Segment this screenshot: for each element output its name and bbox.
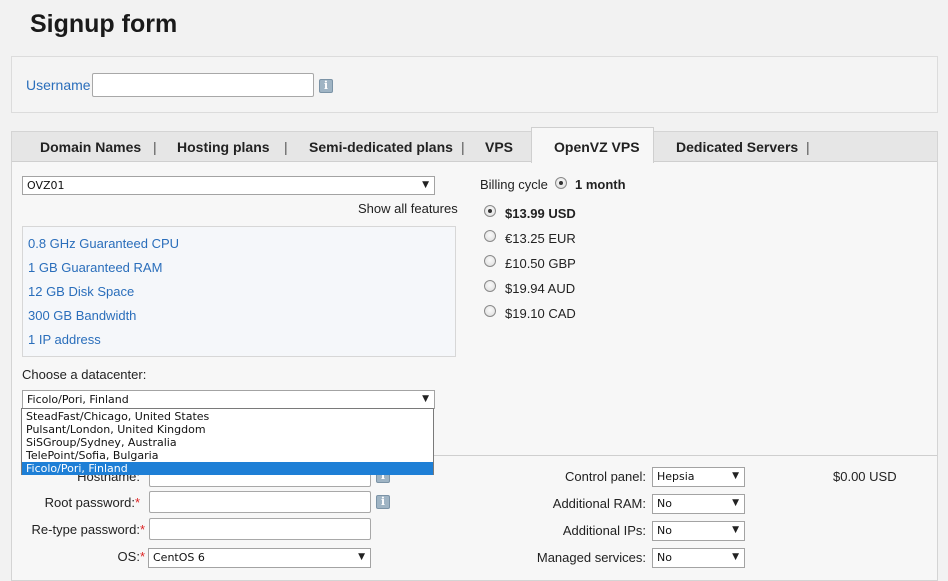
- feature-item: 1 GB Guaranteed RAM: [28, 260, 163, 275]
- price-eur: €13.25 EUR: [505, 231, 576, 246]
- product-tabs: [12, 132, 937, 162]
- control-panel-label: Control panel:: [565, 469, 646, 484]
- username-label: Username: [26, 77, 91, 93]
- os-select-value: CentOS 6: [153, 551, 205, 564]
- managed-services-select[interactable]: No ▼: [652, 548, 745, 568]
- datacenter-option[interactable]: Pulsant/London, United Kingdom: [22, 423, 433, 436]
- control-panel-value: Hepsia: [657, 470, 695, 483]
- tab-separator: |: [461, 139, 465, 155]
- info-icon[interactable]: i: [319, 79, 333, 93]
- managed-services-value: No: [657, 551, 672, 564]
- additional-ips-label: Additional IPs:: [562, 523, 646, 538]
- control-panel-select[interactable]: Hepsia ▼: [652, 467, 745, 487]
- price-gbp: £10.50 GBP: [505, 256, 576, 271]
- managed-services-label: Managed services:: [536, 550, 646, 565]
- price-cad: $19.10 CAD: [505, 306, 576, 321]
- price-radio-gbp[interactable]: [484, 255, 496, 267]
- page-title: Signup form: [30, 10, 178, 38]
- price-radio-aud[interactable]: [484, 280, 496, 292]
- chevron-down-icon: ▼: [732, 471, 739, 481]
- billing-cycle-radio[interactable]: [555, 177, 567, 189]
- feature-item: 1 IP address: [28, 332, 101, 347]
- chevron-down-icon: ▼: [358, 552, 365, 562]
- datacenter-label: Choose a datacenter:: [22, 367, 147, 382]
- feature-item: 12 GB Disk Space: [28, 284, 135, 299]
- feature-item: 0.8 GHz Guaranteed CPU: [28, 236, 180, 251]
- plan-select-value: OVZ01: [27, 179, 65, 192]
- price-radio-eur[interactable]: [484, 230, 496, 242]
- tab-dedicated-servers[interactable]: Dedicated Servers: [676, 139, 798, 155]
- feature-item: 300 GB Bandwidth: [28, 308, 137, 323]
- price-radio-cad[interactable]: [484, 305, 496, 317]
- chevron-down-icon: ▼: [422, 180, 429, 190]
- info-icon[interactable]: i: [376, 495, 390, 509]
- additional-ram-value: No: [657, 497, 672, 510]
- username-input[interactable]: [92, 73, 314, 97]
- tab-hosting-plans[interactable]: Hosting plans: [177, 139, 270, 155]
- required-mark: *: [139, 522, 145, 537]
- tab-separator: |: [284, 139, 288, 155]
- datacenter-select[interactable]: Ficolo/Pori, Finland ▼: [22, 390, 435, 409]
- control-panel-price: $0.00 USD: [833, 469, 897, 484]
- datacenter-select-value: Ficolo/Pori, Finland: [27, 393, 129, 406]
- datacenter-option[interactable]: SiSGroup/Sydney, Australia: [22, 436, 433, 449]
- root-password-input[interactable]: [149, 491, 371, 513]
- required-mark: *: [139, 549, 145, 564]
- chevron-down-icon: ▼: [732, 525, 739, 535]
- required-mark: *: [134, 495, 140, 510]
- chevron-down-icon: ▼: [732, 498, 739, 508]
- datacenter-option[interactable]: SteadFast/Chicago, United States: [22, 410, 433, 423]
- chevron-down-icon: ▼: [422, 394, 429, 404]
- billing-cycle-value: 1 month: [575, 177, 626, 192]
- price-usd: $13.99 USD: [505, 206, 576, 221]
- datacenter-option-selected[interactable]: Ficolo/Pori, Finland: [22, 462, 433, 475]
- show-all-features-link[interactable]: Show all features: [358, 201, 458, 216]
- tab-openvz-vps[interactable]: OpenVZ VPS: [554, 139, 640, 155]
- tab-domain-names[interactable]: Domain Names: [40, 139, 141, 155]
- additional-ips-value: No: [657, 524, 672, 537]
- additional-ram-select[interactable]: No ▼: [652, 494, 745, 514]
- tab-separator: |: [153, 139, 157, 155]
- datacenter-option[interactable]: TelePoint/Sofia, Bulgaria: [22, 449, 433, 462]
- os-label: OS:*: [117, 549, 145, 564]
- additional-ips-select[interactable]: No ▼: [652, 521, 745, 541]
- retype-password-input[interactable]: [149, 518, 371, 540]
- tab-semi-dedicated-plans[interactable]: Semi-dedicated plans: [309, 139, 453, 155]
- tab-separator: |: [806, 139, 810, 155]
- billing-cycle-label: Billing cycle: [480, 177, 548, 192]
- plan-select[interactable]: OVZ01 ▼: [22, 176, 435, 195]
- tab-vps[interactable]: VPS: [485, 139, 513, 155]
- root-password-label: Root password:*: [44, 495, 140, 510]
- section-divider: [434, 455, 937, 456]
- price-aud: $19.94 AUD: [505, 281, 576, 296]
- retype-password-label: Re-type password:*: [31, 522, 145, 537]
- datacenter-dropdown-list: SteadFast/Chicago, United States Pulsant…: [21, 408, 434, 475]
- additional-ram-label: Additional RAM:: [552, 496, 646, 511]
- os-select[interactable]: CentOS 6 ▼: [148, 548, 371, 568]
- chevron-down-icon: ▼: [732, 552, 739, 562]
- price-radio-usd[interactable]: [484, 205, 496, 217]
